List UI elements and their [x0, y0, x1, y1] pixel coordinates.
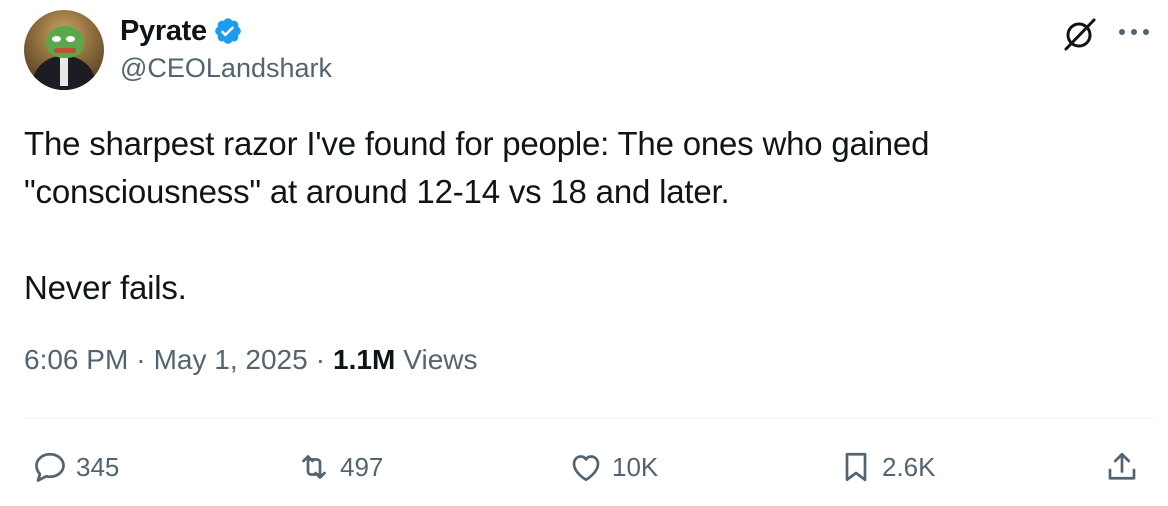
like-button[interactable]: 10K: [568, 442, 658, 492]
grok-icon[interactable]: [1062, 16, 1098, 52]
action-bar: 345 497 10K 2.6K: [0, 442, 1168, 492]
author-handle[interactable]: @CEOLandshark: [120, 53, 332, 84]
avatar-eye-right: [66, 36, 75, 42]
avatar-shirt: [60, 56, 68, 86]
reply-button[interactable]: 345: [32, 442, 119, 492]
retweet-button[interactable]: 497: [296, 442, 383, 492]
avatar-frog-face: [46, 26, 84, 58]
tweet-date[interactable]: May 1, 2025: [154, 344, 308, 376]
verified-badge-icon: [215, 18, 241, 44]
tweet-text: The sharpest razor I've found for people…: [24, 125, 930, 306]
share-icon: [1108, 452, 1136, 480]
avatar-lip: [54, 48, 76, 53]
author-name-row: Pyrate: [120, 14, 243, 48]
avatar-eye-left: [52, 36, 61, 42]
views-count: 1.1M: [333, 344, 396, 375]
like-count: 10K: [612, 451, 659, 482]
heart-icon: [572, 455, 600, 482]
tweet-meta: 6:06 PM · May 1, 2025 · 1.1M Views: [24, 344, 477, 376]
meta-separator: ·: [136, 344, 146, 375]
share-button[interactable]: [1104, 442, 1140, 492]
retweet-count: 497: [340, 451, 384, 482]
tweet-time[interactable]: 6:06 PM: [24, 344, 128, 376]
reply-icon: [35, 452, 65, 482]
views-label: Views: [403, 344, 478, 375]
bookmark-icon: [845, 452, 867, 482]
meta-separator: ·: [315, 344, 326, 375]
retweet-icon: [302, 455, 326, 479]
bookmark-count: 2.6K: [882, 451, 936, 482]
avatar[interactable]: [24, 10, 104, 90]
reply-count: 345: [76, 451, 120, 482]
bookmark-button[interactable]: 2.6K: [838, 442, 936, 492]
divider: [24, 418, 1154, 419]
more-icon[interactable]: [1116, 20, 1152, 44]
author-display-name[interactable]: Pyrate: [120, 15, 207, 48]
